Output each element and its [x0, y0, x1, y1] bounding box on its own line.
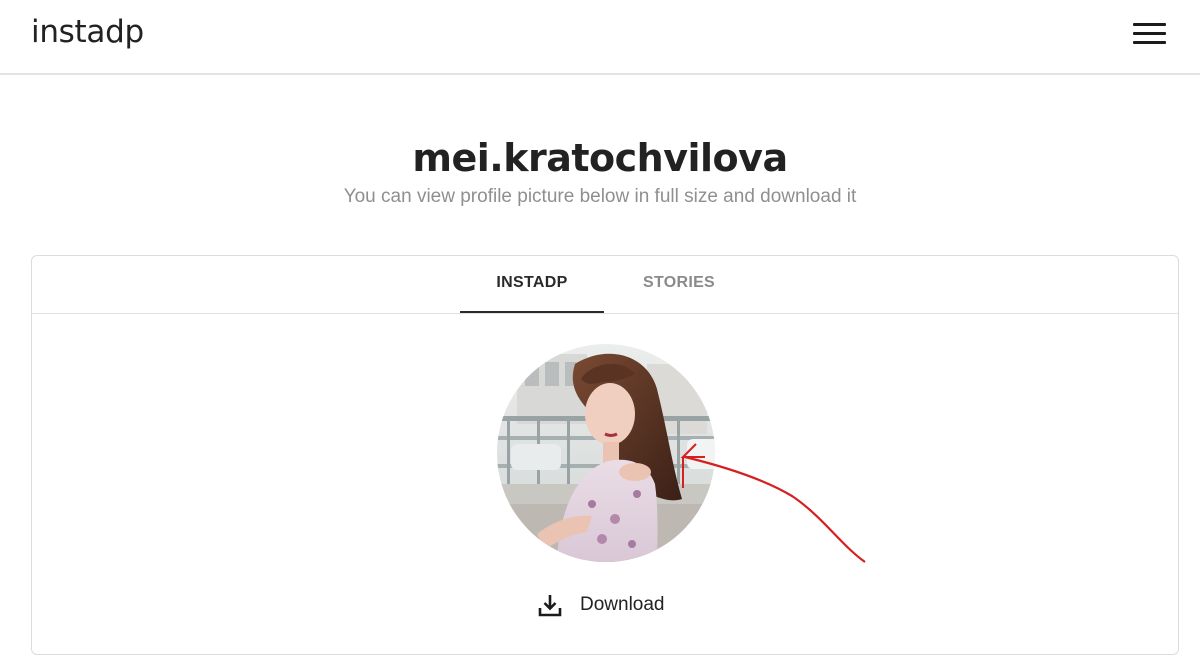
tab-instadp[interactable]: INSTADP: [460, 256, 604, 314]
profile-username: mei.kratochvilova: [412, 136, 788, 180]
profile-photo-illustration: [497, 344, 715, 562]
download-button[interactable]: Download: [537, 590, 677, 622]
tabs-divider: [32, 313, 1178, 314]
menu-bar: [1133, 41, 1166, 44]
profile-picture[interactable]: [497, 344, 715, 562]
hamburger-menu-icon[interactable]: [1133, 22, 1167, 46]
brand-logo[interactable]: instadp: [31, 14, 144, 50]
tab-stories[interactable]: STORIES: [607, 256, 751, 314]
profile-subtitle: You can view profile picture below in fu…: [343, 186, 857, 207]
top-navbar: instadp: [0, 0, 1200, 75]
menu-bar: [1133, 23, 1166, 26]
download-label: Download: [580, 594, 665, 615]
menu-bar: [1133, 32, 1166, 35]
tab-instadp-label: INSTADP: [496, 274, 568, 291]
download-icon: [538, 595, 562, 617]
tab-stories-label: STORIES: [642, 274, 716, 291]
profile-card: INSTADP STORIES Download: [31, 255, 1179, 655]
